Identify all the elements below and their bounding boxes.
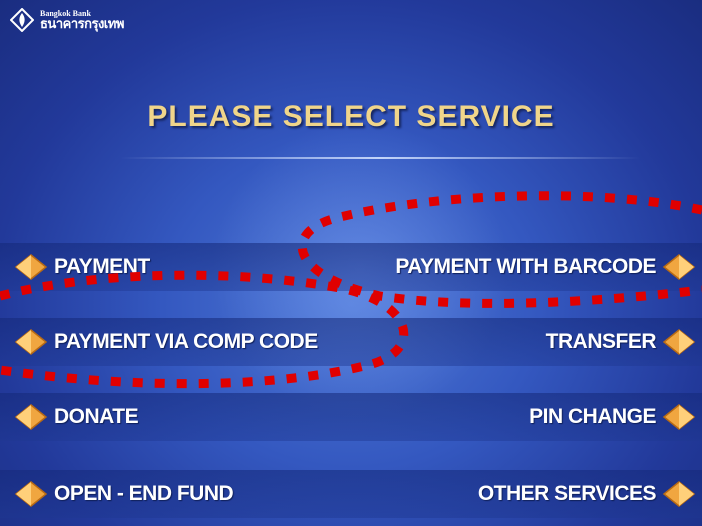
transfer-button[interactable]: TRANSFER <box>546 318 696 366</box>
arrow-right-icon <box>662 481 696 507</box>
pin-change-label: PIN CHANGE <box>529 405 656 428</box>
payment-with-barcode-button[interactable]: PAYMENT WITH BARCODE <box>395 243 696 291</box>
arrow-right-icon <box>662 254 696 280</box>
arrow-right-icon <box>662 329 696 355</box>
arrow-right-icon <box>662 404 696 430</box>
payment-with-barcode-label: PAYMENT WITH BARCODE <box>395 255 656 278</box>
open-end-fund-button[interactable]: OPEN - END FUND <box>14 470 234 518</box>
donate-label: DONATE <box>54 405 139 428</box>
transfer-label: TRANSFER <box>545 330 657 353</box>
bangkok-bank-logo-icon <box>10 8 34 32</box>
bank-name-th: ธนาคารกรุงเทพ <box>40 16 124 32</box>
title-divider <box>120 157 640 159</box>
payment-button[interactable]: PAYMENT <box>14 243 150 291</box>
bank-logo: Bangkok Bank ธนาคารกรุงเทพ <box>10 8 124 32</box>
arrow-left-icon <box>14 404 48 430</box>
arrow-left-icon <box>14 329 48 355</box>
pin-change-button[interactable]: PIN CHANGE <box>529 393 696 441</box>
payment-label: PAYMENT <box>54 255 150 278</box>
payment-via-comp-code-button[interactable]: PAYMENT VIA COMP CODE <box>14 318 318 366</box>
open-end-fund-label: OPEN - END FUND <box>54 482 234 505</box>
payment-via-comp-code-label: PAYMENT VIA COMP CODE <box>54 330 318 353</box>
page-title: PLEASE SELECT SERVICE <box>147 100 555 133</box>
other-services-label: OTHER SERVICES <box>477 482 657 505</box>
arrow-left-icon <box>14 481 48 507</box>
atm-screen: Bangkok Bank ธนาคารกรุงเทพ PLEASE SELECT… <box>0 0 702 526</box>
donate-button[interactable]: DONATE <box>14 393 139 441</box>
other-services-button[interactable]: OTHER SERVICES <box>478 470 696 518</box>
arrow-left-icon <box>14 254 48 280</box>
